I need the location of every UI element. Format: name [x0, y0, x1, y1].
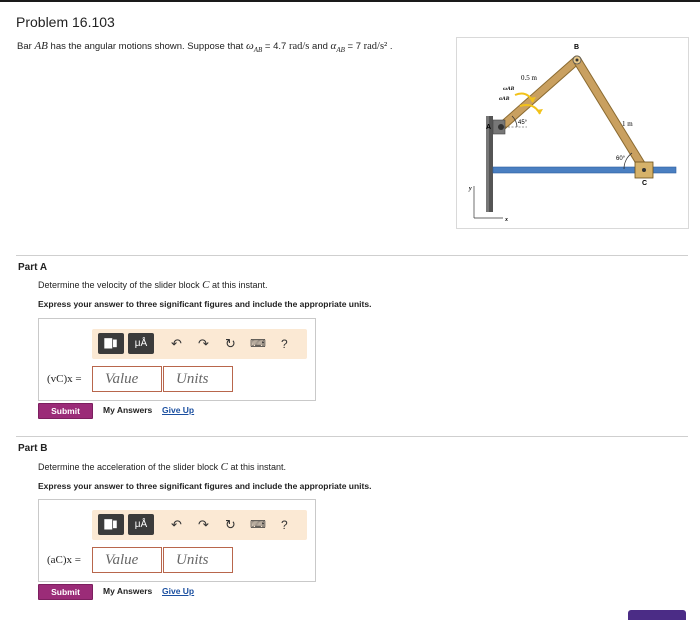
- templates-icon: ▇▮: [104, 338, 118, 349]
- part-b-my-answers-link[interactable]: My Answers: [103, 586, 152, 596]
- part-b-lhs-label: (aC)x =: [47, 554, 81, 566]
- part-b-units-input[interactable]: [164, 548, 232, 573]
- undo-icon[interactable]: ↶: [171, 334, 182, 354]
- part-b-units-input-wrap: [163, 547, 233, 573]
- help-button[interactable]: ?: [281, 515, 288, 535]
- reset-icon[interactable]: ↻: [225, 334, 236, 354]
- part-b-question: Determine the acceleration of the slider…: [38, 461, 286, 473]
- reset-icon[interactable]: ↻: [225, 515, 236, 535]
- continue-button[interactable]: [628, 610, 686, 620]
- part-a-answer-box: ▇▮ μÅ ↶ ↷ ↻ ⌨ ? (vC)x =: [38, 318, 316, 401]
- keyboard-icon[interactable]: ⌨: [250, 515, 266, 535]
- divider-part-b: [16, 436, 688, 437]
- problem-figure: B A C 0.5 m 1 m ωAB αAB 45° 60° y x: [456, 37, 689, 229]
- part-a-units-input-wrap: [163, 366, 233, 392]
- label-angle-c: 60°: [616, 156, 626, 162]
- keyboard-icon[interactable]: ⌨: [250, 334, 266, 354]
- part-b-title: Part B: [18, 443, 48, 454]
- part-b-toolbar: ▇▮ μÅ ↶ ↷ ↻ ⌨ ?: [92, 510, 307, 540]
- label-angle-a: 45°: [518, 120, 528, 126]
- part-a-my-answers-link[interactable]: My Answers: [103, 405, 152, 415]
- part-b-give-up-link[interactable]: Give Up: [162, 586, 194, 596]
- part-a-give-up-link[interactable]: Give Up: [162, 405, 194, 415]
- label-b: B: [574, 44, 579, 51]
- units-button[interactable]: μÅ: [128, 333, 154, 354]
- templates-icon: ▇▮: [104, 519, 118, 530]
- label-y: y: [468, 186, 472, 192]
- label-alpha: αAB: [499, 96, 510, 102]
- part-b-instruction: Express your answer to three significant…: [38, 481, 372, 491]
- problem-title: Problem 16.103: [16, 14, 115, 30]
- part-a-toolbar: ▇▮ μÅ ↶ ↷ ↻ ⌨ ?: [92, 329, 307, 359]
- mechanism-diagram: B A C 0.5 m 1 m ωAB αAB 45° 60° y x: [468, 44, 677, 223]
- undo-icon[interactable]: ↶: [171, 515, 182, 535]
- templates-button[interactable]: ▇▮: [98, 333, 124, 354]
- redo-icon[interactable]: ↷: [198, 334, 209, 354]
- part-b-value-input[interactable]: [93, 548, 161, 573]
- redo-icon[interactable]: ↷: [198, 515, 209, 535]
- help-button[interactable]: ?: [281, 334, 288, 354]
- part-b-submit-button[interactable]: Submit: [38, 584, 93, 600]
- label-length-bc: 1 m: [622, 120, 633, 128]
- part-a-submit-button[interactable]: Submit: [38, 403, 93, 419]
- divider-part-a: [16, 255, 688, 256]
- part-a-question: Determine the velocity of the slider blo…: [38, 279, 268, 291]
- part-a-lhs-label: (vC)x =: [47, 373, 82, 385]
- label-length-ab: 0.5 m: [521, 74, 538, 82]
- units-button[interactable]: μÅ: [128, 514, 154, 535]
- problem-statement: Bar AB has the angular motions shown. Su…: [17, 40, 393, 54]
- label-x: x: [504, 217, 508, 223]
- part-a-value-input-wrap: [92, 366, 162, 392]
- top-border: [0, 0, 700, 2]
- part-a-units-input[interactable]: [164, 367, 232, 392]
- part-b-value-input-wrap: [92, 547, 162, 573]
- label-a: A: [486, 124, 491, 131]
- part-a-title: Part A: [18, 262, 48, 273]
- label-c: C: [642, 180, 647, 187]
- label-omega: ωAB: [503, 86, 515, 92]
- part-a-value-input[interactable]: [93, 367, 161, 392]
- part-b-answer-box: ▇▮ μÅ ↶ ↷ ↻ ⌨ ? (aC)x =: [38, 499, 316, 582]
- part-a-instruction: Express your answer to three significant…: [38, 299, 372, 309]
- templates-button[interactable]: ▇▮: [98, 514, 124, 535]
